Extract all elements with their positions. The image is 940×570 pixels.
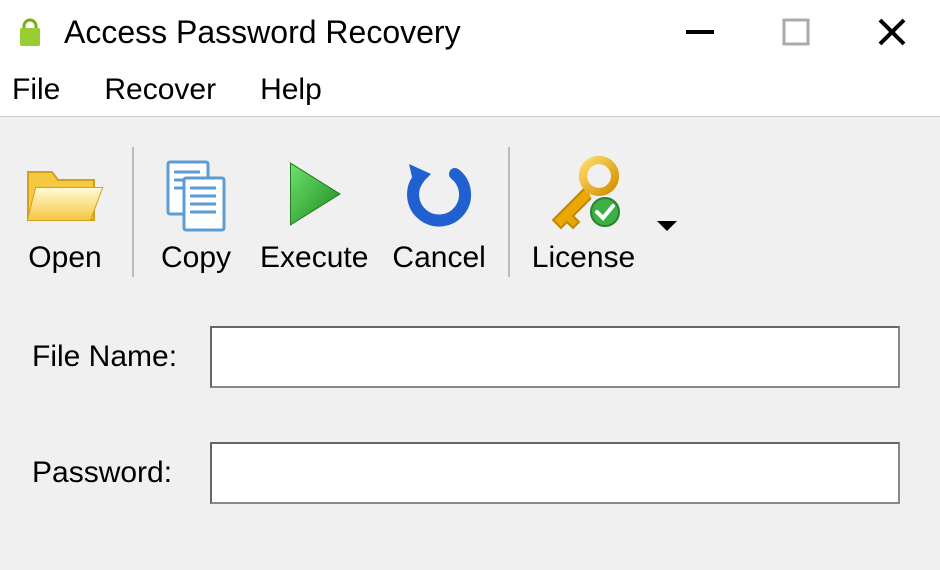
window-title: Access Password Recovery [64,14,652,51]
titlebar: Access Password Recovery [0,0,940,64]
filename-row: File Name: [20,326,920,388]
maximize-button[interactable] [748,0,844,64]
minimize-button[interactable] [652,0,748,64]
menubar: File Recover Help [0,64,940,116]
toolbar-separator [508,147,510,277]
copy-icon [156,149,236,239]
password-label: Password: [20,456,210,490]
toolbar: Open Copy Execute [0,116,940,296]
folder-open-icon [20,149,110,239]
menu-help[interactable]: Help [260,73,322,107]
menu-recover[interactable]: Recover [104,73,216,107]
dropdown-arrow-icon[interactable] [655,219,679,240]
license-button[interactable]: License [520,132,647,292]
toolbar-separator [132,147,134,277]
copy-button[interactable]: Copy [144,132,248,292]
cancel-label: Cancel [392,241,485,275]
password-input[interactable] [210,442,900,504]
close-button[interactable] [844,0,940,64]
filename-label: File Name: [20,340,210,374]
open-button[interactable]: Open [8,132,122,292]
filename-input[interactable] [210,326,900,388]
copy-label: Copy [161,241,231,275]
app-icon [12,14,48,50]
cancel-button[interactable]: Cancel [380,132,497,292]
password-row: Password: [20,442,920,504]
license-label: License [532,241,635,275]
execute-label: Execute [260,241,368,275]
play-icon [279,149,349,239]
form-area: File Name: Password: [0,296,940,504]
key-icon [539,149,629,239]
window-controls [652,0,940,64]
menu-file[interactable]: File [12,73,60,107]
undo-icon [399,149,479,239]
execute-button[interactable]: Execute [248,132,380,292]
open-label: Open [28,241,101,275]
